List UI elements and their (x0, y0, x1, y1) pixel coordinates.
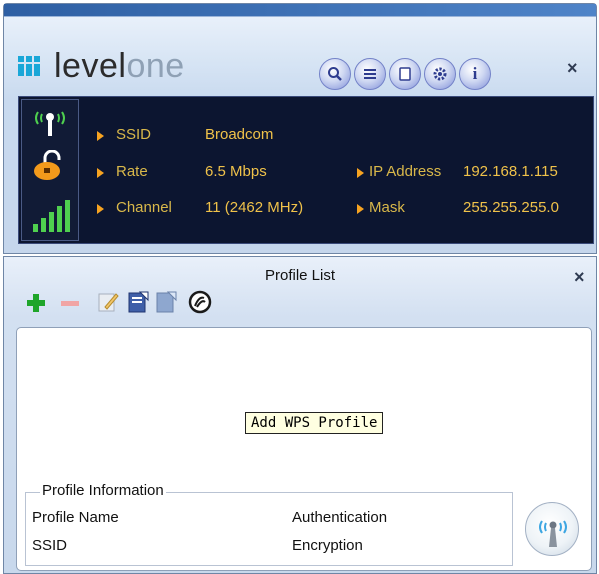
status-icons-column (21, 99, 79, 241)
gear-icon (433, 67, 447, 81)
brand-logo: levelone (18, 47, 185, 86)
import-icon[interactable] (126, 290, 150, 314)
brand-name-part1: level (54, 46, 127, 85)
ip-address-value: 192.168.1.115 (463, 163, 558, 180)
profile-list-window: Profile List × Add WPS Profile Profile I… (3, 256, 597, 574)
settings-button[interactable] (424, 58, 456, 90)
encryption-label: Encryption (292, 537, 363, 554)
status-window: levelone i × SSID Broadcom Rate 6.5 Mbps… (3, 3, 597, 254)
wireless-tower-icon (539, 520, 567, 547)
mask-bullet-icon (357, 204, 364, 214)
list-button[interactable] (354, 58, 386, 90)
connect-button[interactable] (525, 502, 579, 556)
edit-icon[interactable] (96, 290, 120, 314)
document-button[interactable] (389, 58, 421, 90)
ssid-bullet-icon (97, 131, 104, 141)
minus-icon[interactable] (60, 293, 80, 313)
signal-strength-icon (33, 200, 70, 232)
brand-name: levelone (54, 47, 185, 86)
logo-mark-icon (18, 54, 46, 78)
authentication-label: Authentication (292, 509, 388, 526)
ip-address-label: IP Address (369, 163, 442, 180)
mask-label: Mask (369, 199, 405, 216)
unlocked-padlock-icon (34, 150, 61, 180)
close-profile-list-button[interactable]: × (574, 267, 585, 288)
wps-icon[interactable] (187, 289, 213, 315)
mask-value: 255.255.255.0 (463, 199, 559, 216)
list-icon (364, 69, 376, 79)
plus-icon[interactable] (26, 293, 46, 313)
search-button[interactable] (319, 58, 351, 90)
rate-bullet-icon (97, 168, 104, 178)
close-status-button[interactable]: × (567, 58, 578, 79)
ssid-value: Broadcom (205, 126, 274, 143)
channel-bullet-icon (97, 204, 104, 214)
channel-value: 11 (2462 MHz) (205, 199, 304, 216)
window-top-bar (4, 4, 596, 16)
document-icon (399, 67, 411, 81)
profile-list-title: Profile List (264, 267, 336, 284)
export-icon[interactable] (154, 290, 178, 314)
profile-list-area[interactable]: Add WPS Profile Profile Information Prof… (16, 327, 592, 571)
ssid-label: SSID (116, 126, 152, 143)
brand-name-part2: one (126, 46, 185, 85)
rate-label: Rate (116, 163, 148, 180)
rate-value: 6.5 Mbps (205, 163, 267, 180)
ssid-info-label: SSID (32, 537, 68, 554)
channel-label: Channel (116, 199, 172, 216)
connection-status-panel: SSID Broadcom Rate 6.5 Mbps Channel 11 (… (18, 96, 594, 244)
ip-bullet-icon (357, 168, 364, 178)
profile-information-group: Profile Information Profile Name SSID Au… (25, 482, 513, 566)
magnifier-icon (328, 67, 342, 81)
profile-information-title: Profile Information (40, 482, 166, 499)
antenna-icon (35, 111, 65, 136)
profile-name-label: Profile Name (32, 509, 119, 526)
info-icon: i (472, 64, 478, 83)
info-button[interactable]: i (459, 58, 491, 90)
wps-tooltip: Add WPS Profile (245, 412, 384, 434)
